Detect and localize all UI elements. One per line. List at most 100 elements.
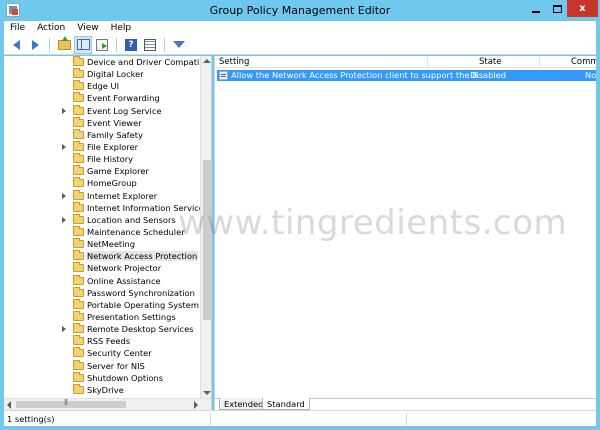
- tree-item-label: Server for NIS: [87, 360, 145, 371]
- export-list-icon: [96, 38, 108, 51]
- tree-horizontal-scrollbar[interactable]: |||: [4, 398, 211, 410]
- tree-item[interactable]: Event Viewer: [4, 116, 200, 129]
- help-button[interactable]: ?: [123, 37, 139, 53]
- tree-item-label: SkyDrive: [87, 384, 124, 395]
- tree-item[interactable]: Shutdown Options: [4, 371, 200, 384]
- folder-icon: [73, 250, 84, 261]
- tree-item-label: Digital Locker: [87, 69, 144, 80]
- folder-icon: [73, 262, 84, 273]
- toolbar-separator: [164, 37, 165, 52]
- folder-icon: [73, 128, 84, 139]
- toolbar-separator: [49, 37, 50, 52]
- folder-icon: [73, 359, 84, 370]
- folder-icon: [73, 153, 84, 164]
- tree-vertical-scrollbar[interactable]: [200, 56, 211, 398]
- properties-grid-icon: [144, 38, 156, 51]
- tree-item-label: NetMeeting: [87, 239, 136, 250]
- tree-vertical-scroll-thumb[interactable]: [203, 160, 211, 320]
- status-divider: [406, 413, 407, 425]
- back-arrow-icon: [12, 39, 20, 50]
- menu-action[interactable]: Action: [37, 23, 65, 33]
- tree-item[interactable]: Location and Sensors: [4, 213, 200, 226]
- tree-item-label: Shutdown Options: [87, 372, 164, 383]
- tree-item[interactable]: SkyDrive: [4, 383, 200, 396]
- tree-item[interactable]: Game Explorer: [4, 165, 200, 177]
- tab-standard[interactable]: Standard: [262, 398, 310, 410]
- tree-item[interactable]: Presentation Settings: [4, 311, 200, 323]
- filter-icon: [173, 41, 185, 48]
- menu-view[interactable]: View: [77, 23, 98, 33]
- tree-item[interactable]: Password Synchronization: [4, 286, 200, 299]
- properties-button[interactable]: [142, 37, 158, 53]
- column-header-setting[interactable]: Setting: [219, 57, 249, 67]
- tree-item[interactable]: Network Access Protection: [4, 250, 200, 262]
- tree-item[interactable]: NetMeeting: [4, 238, 200, 250]
- filter-button[interactable]: [171, 37, 187, 53]
- tree-item[interactable]: Remote Desktop Services: [4, 323, 200, 335]
- folder-icon: [73, 177, 84, 188]
- tree-item-label: Presentation Settings: [87, 312, 176, 323]
- tree-item[interactable]: Edge UI: [4, 80, 200, 92]
- folder-icon: [73, 371, 84, 382]
- folder-icon: [73, 141, 84, 152]
- tree-item-label: Network Access Protection: [86, 251, 199, 262]
- tree-item-label: Edge UI: [87, 81, 120, 92]
- tree-item-label: Remote Desktop Services: [87, 324, 194, 335]
- folder-icon: [73, 104, 84, 115]
- tree-item[interactable]: Family Safety: [4, 128, 200, 141]
- tab-extended[interactable]: Extended: [219, 398, 269, 410]
- expand-arrow-icon[interactable]: [62, 325, 68, 333]
- tree-item[interactable]: Event Forwarding: [4, 92, 200, 104]
- tree-item[interactable]: Event Log Service: [4, 104, 200, 117]
- tree-item[interactable]: Security Center: [4, 347, 200, 359]
- folder-icon: [73, 286, 84, 297]
- scroll-down-icon[interactable]: [203, 391, 211, 395]
- tree-item[interactable]: Portable Operating System: [4, 298, 200, 311]
- status-bar: 1 setting(s): [4, 410, 596, 426]
- column-divider[interactable]: [539, 56, 540, 68]
- expand-arrow-icon[interactable]: [62, 216, 68, 224]
- column-header-comment[interactable]: Comm: [571, 57, 596, 67]
- setting-comment: No: [585, 70, 596, 80]
- tree-item-label: Internet Explorer: [87, 190, 158, 201]
- menu-help[interactable]: Help: [111, 23, 132, 33]
- tree-item[interactable]: Network Projector: [4, 262, 200, 274]
- tree-item[interactable]: Internet Information Services: [4, 201, 208, 214]
- tree-item[interactable]: File Explorer: [4, 141, 200, 153]
- menu-file[interactable]: File: [10, 23, 25, 33]
- window-title: Group Policy Management Editor: [209, 4, 391, 17]
- tree-item-label: Internet Information Services: [87, 202, 209, 213]
- forward-button[interactable]: [27, 37, 43, 53]
- scroll-up-icon[interactable]: [203, 59, 211, 63]
- folder-icon: [73, 165, 84, 176]
- folder-icon: [73, 311, 84, 322]
- list-item[interactable]: Allow the Network Access Protection clie…: [217, 70, 596, 81]
- tree-item[interactable]: File History: [4, 153, 200, 165]
- tree-item[interactable]: Server for NIS: [4, 359, 200, 372]
- minimize-button[interactable]: [525, 0, 547, 17]
- title-bar[interactable]: Group Policy Management Editor x: [0, 0, 600, 21]
- list-header: Setting State Comm: [215, 56, 596, 68]
- expand-arrow-icon[interactable]: [62, 192, 68, 200]
- tree-item[interactable]: Internet Explorer: [4, 189, 200, 202]
- expand-arrow-icon[interactable]: [62, 143, 68, 151]
- scroll-right-icon[interactable]: [194, 401, 198, 409]
- tree-item[interactable]: RSS Feeds: [4, 335, 200, 347]
- up-one-level-button[interactable]: [56, 35, 72, 53]
- tree-item[interactable]: Digital Locker: [4, 68, 200, 80]
- export-list-button[interactable]: [94, 37, 110, 53]
- column-header-state[interactable]: State: [479, 57, 502, 67]
- column-divider[interactable]: [427, 56, 428, 68]
- tree-item[interactable]: Maintenance Scheduler: [4, 226, 200, 238]
- back-button[interactable]: [8, 37, 24, 53]
- expand-arrow-icon[interactable]: [62, 107, 68, 115]
- show-hide-tree-button[interactable]: [74, 35, 92, 54]
- maximize-button[interactable]: [547, 0, 567, 17]
- close-button[interactable]: x: [567, 0, 598, 17]
- tree-horizontal-scroll-thumb[interactable]: |||: [16, 399, 126, 408]
- tree-item[interactable]: HomeGroup: [4, 177, 200, 189]
- menu-bar: File Action View Help: [4, 21, 596, 35]
- tree-item[interactable]: Device and Driver Compatibility: [4, 56, 211, 68]
- scroll-left-icon[interactable]: [7, 401, 11, 409]
- tree-item[interactable]: Online Assistance: [4, 274, 200, 287]
